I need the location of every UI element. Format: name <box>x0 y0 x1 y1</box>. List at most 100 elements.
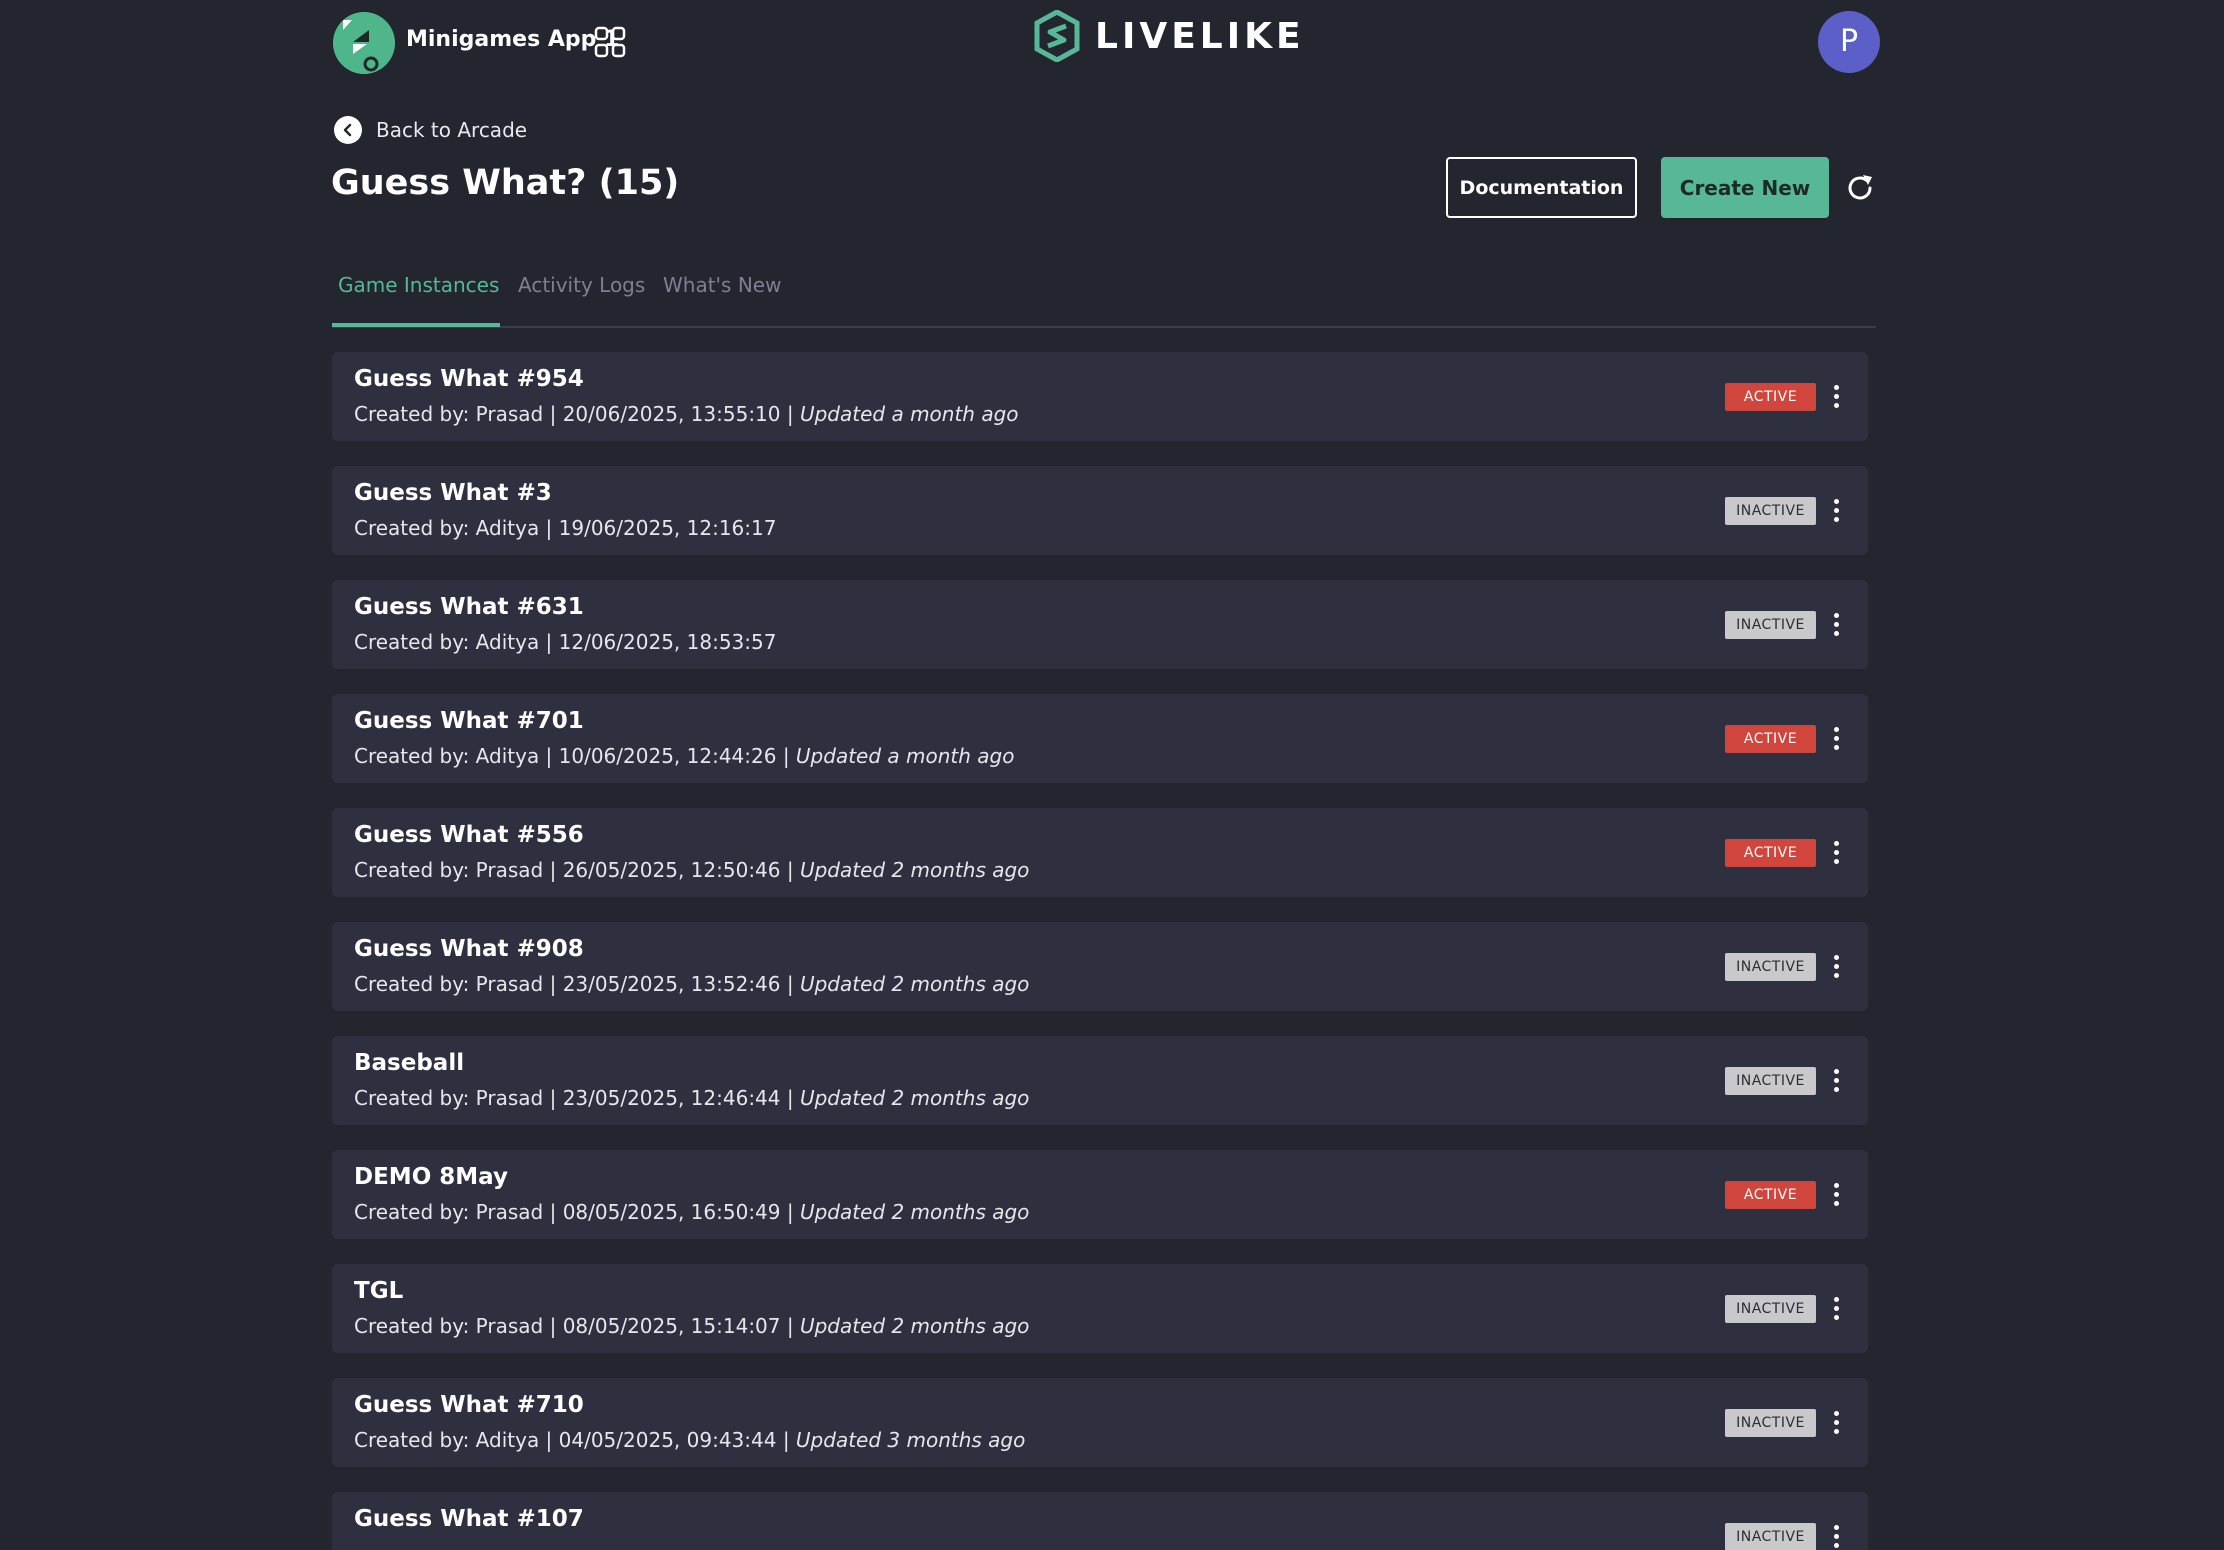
app-name[interactable]: Minigames App 1 <box>406 27 619 52</box>
chevron-left-icon <box>334 116 362 144</box>
status-badge: INACTIVE <box>1725 1295 1816 1323</box>
instance-updated-info: Updated a month ago <box>795 744 1015 768</box>
active-tab-indicator <box>332 323 500 327</box>
instance-meta: Created by: Aditya | 04/05/2025, 09:43:4… <box>354 1428 1025 1452</box>
status-badge: INACTIVE <box>1725 1523 1816 1550</box>
list-item[interactable]: Baseball Created by: Prasad | 23/05/2025,… <box>332 1036 1868 1125</box>
tab-bar: Game Instances Activity Logs What's New <box>332 260 1876 328</box>
instance-updated-info: Updated 2 months ago <box>799 1200 1030 1224</box>
more-options-icon[interactable] <box>1829 838 1843 868</box>
status-badge: INACTIVE <box>1725 953 1816 981</box>
back-to-arcade-link[interactable]: Back to Arcade <box>334 114 527 146</box>
list-item[interactable]: Guess What #710 Created by: Aditya | 04/0… <box>332 1378 1868 1467</box>
instance-created-info: Created by: Prasad | 23/05/2025, 12:46:4… <box>354 1086 800 1110</box>
status-badge: ACTIVE <box>1725 1181 1816 1209</box>
kebab-dot <box>1834 394 1839 399</box>
more-options-icon[interactable] <box>1829 496 1843 526</box>
instance-created-info: Created by: Prasad | 26/05/2025, 12:50:4… <box>354 858 800 882</box>
instance-title: Guess What #954 <box>354 366 584 392</box>
instance-title: Guess What #631 <box>354 594 584 620</box>
instance-meta: Created by: Prasad | 08/05/2025, 16:50:4… <box>354 1200 1029 1224</box>
kebab-dot <box>1834 508 1839 513</box>
list-item[interactable]: Guess What #631 Created by: Aditya | 12/0… <box>332 580 1868 669</box>
kebab-dot <box>1834 1411 1839 1416</box>
instance-created-info: Created by: Aditya | 10/06/2025, 12:44:2… <box>354 744 796 768</box>
kebab-dot <box>1834 1534 1839 1539</box>
kebab-dot <box>1834 1525 1839 1530</box>
tab-activity-logs[interactable]: Activity Logs <box>518 273 645 297</box>
status-badge: INACTIVE <box>1725 1409 1816 1437</box>
instance-meta: Created by: Aditya | 12/06/2025, 18:53:5… <box>354 630 776 654</box>
list-item[interactable]: Guess What #3 Created by: Aditya | 19/06/… <box>332 466 1868 555</box>
documentation-button[interactable]: Documentation <box>1446 157 1637 218</box>
instance-meta: Created by: Prasad | 23/05/2025, 12:46:4… <box>354 1086 1029 1110</box>
kebab-dot <box>1834 1297 1839 1302</box>
kebab-dot <box>1834 631 1839 636</box>
kebab-dot <box>1834 517 1839 522</box>
instance-meta: Created by: Aditya | 10/06/2025, 12:44:2… <box>354 744 1014 768</box>
list-item[interactable]: Guess What #701 Created by: Aditya | 10/0… <box>332 694 1868 783</box>
more-options-icon[interactable] <box>1829 1522 1843 1550</box>
list-item[interactable]: TGL Created by: Prasad | 08/05/2025, 15:1… <box>332 1264 1868 1353</box>
kebab-dot <box>1834 1420 1839 1425</box>
list-item[interactable]: DEMO 8May Created by: Prasad | 08/05/2025… <box>332 1150 1868 1239</box>
instance-title: Guess What #908 <box>354 936 584 962</box>
instance-created-info: Created by: Prasad | 08/05/2025, 16:50:4… <box>354 1200 800 1224</box>
page: Minigames App 1 LIVELIKE P Back to Arcad… <box>0 0 2224 1550</box>
refresh-icon[interactable] <box>1844 172 1876 204</box>
instance-title: DEMO 8May <box>354 1164 508 1190</box>
tab-whats-new[interactable]: What's New <box>663 273 781 297</box>
back-link-label: Back to Arcade <box>376 118 528 142</box>
list-item[interactable]: Guess What #107 INACTIVE <box>332 1492 1868 1550</box>
instance-created-info: Created by: Aditya | 04/05/2025, 09:43:4… <box>354 1428 796 1452</box>
instance-title: Guess What #556 <box>354 822 584 848</box>
list-item[interactable]: Guess What #556 Created by: Prasad | 26/0… <box>332 808 1868 897</box>
kebab-dot <box>1834 1315 1839 1320</box>
kebab-dot <box>1834 499 1839 504</box>
instance-created-info: Created by: Prasad | 23/05/2025, 13:52:4… <box>354 972 800 996</box>
instance-updated-info: Updated 2 months ago <box>799 858 1030 882</box>
create-new-button[interactable]: Create New <box>1661 157 1829 218</box>
list-item[interactable]: Guess What #908 Created by: Prasad | 23/0… <box>332 922 1868 1011</box>
more-options-icon[interactable] <box>1829 952 1843 982</box>
kebab-dot <box>1834 1078 1839 1083</box>
instance-updated-info: Updated 2 months ago <box>799 972 1030 996</box>
kebab-dot <box>1834 955 1839 960</box>
status-badge: ACTIVE <box>1725 839 1816 867</box>
kebab-dot <box>1834 850 1839 855</box>
more-options-icon[interactable] <box>1829 382 1843 412</box>
kebab-dot <box>1834 1543 1839 1548</box>
kebab-dot <box>1834 613 1839 618</box>
instance-meta: Created by: Prasad | 20/06/2025, 13:55:1… <box>354 402 1019 426</box>
kebab-dot <box>1834 841 1839 846</box>
list-item[interactable]: Guess What #954 Created by: Prasad | 20/0… <box>332 352 1868 441</box>
app-logo-icon[interactable] <box>333 12 395 74</box>
more-options-icon[interactable] <box>1829 1180 1843 1210</box>
status-badge: INACTIVE <box>1725 1067 1816 1095</box>
kebab-dot <box>1834 1087 1839 1092</box>
instance-updated-info: Updated a month ago <box>799 402 1019 426</box>
kebab-dot <box>1834 622 1839 627</box>
kebab-dot <box>1834 745 1839 750</box>
more-options-icon[interactable] <box>1829 1066 1843 1096</box>
kebab-dot <box>1834 1429 1839 1434</box>
more-options-icon[interactable] <box>1829 610 1843 640</box>
brand-name: LIVELIKE <box>1095 16 1305 57</box>
more-options-icon[interactable] <box>1829 724 1843 754</box>
apps-grid-icon[interactable] <box>594 26 626 58</box>
instance-title: Guess What #710 <box>354 1392 584 1418</box>
page-title: Guess What? (15) <box>331 163 680 203</box>
kebab-dot <box>1834 973 1839 978</box>
more-options-icon[interactable] <box>1829 1294 1843 1324</box>
instance-updated-info: Updated 2 months ago <box>799 1314 1030 1338</box>
kebab-dot <box>1834 964 1839 969</box>
tab-game-instances[interactable]: Game Instances <box>338 273 499 297</box>
instance-title: Baseball <box>354 1050 465 1076</box>
kebab-dot <box>1834 403 1839 408</box>
instance-meta: Created by: Prasad | 23/05/2025, 13:52:4… <box>354 972 1029 996</box>
instance-created-info: Created by: Prasad | 20/06/2025, 13:55:1… <box>354 402 800 426</box>
top-bar: Minigames App 1 LIVELIKE P <box>0 0 2224 86</box>
more-options-icon[interactable] <box>1829 1408 1843 1438</box>
user-avatar[interactable]: P <box>1818 11 1880 73</box>
instance-created-info: Created by: Aditya | 19/06/2025, 12:16:1… <box>354 516 777 540</box>
